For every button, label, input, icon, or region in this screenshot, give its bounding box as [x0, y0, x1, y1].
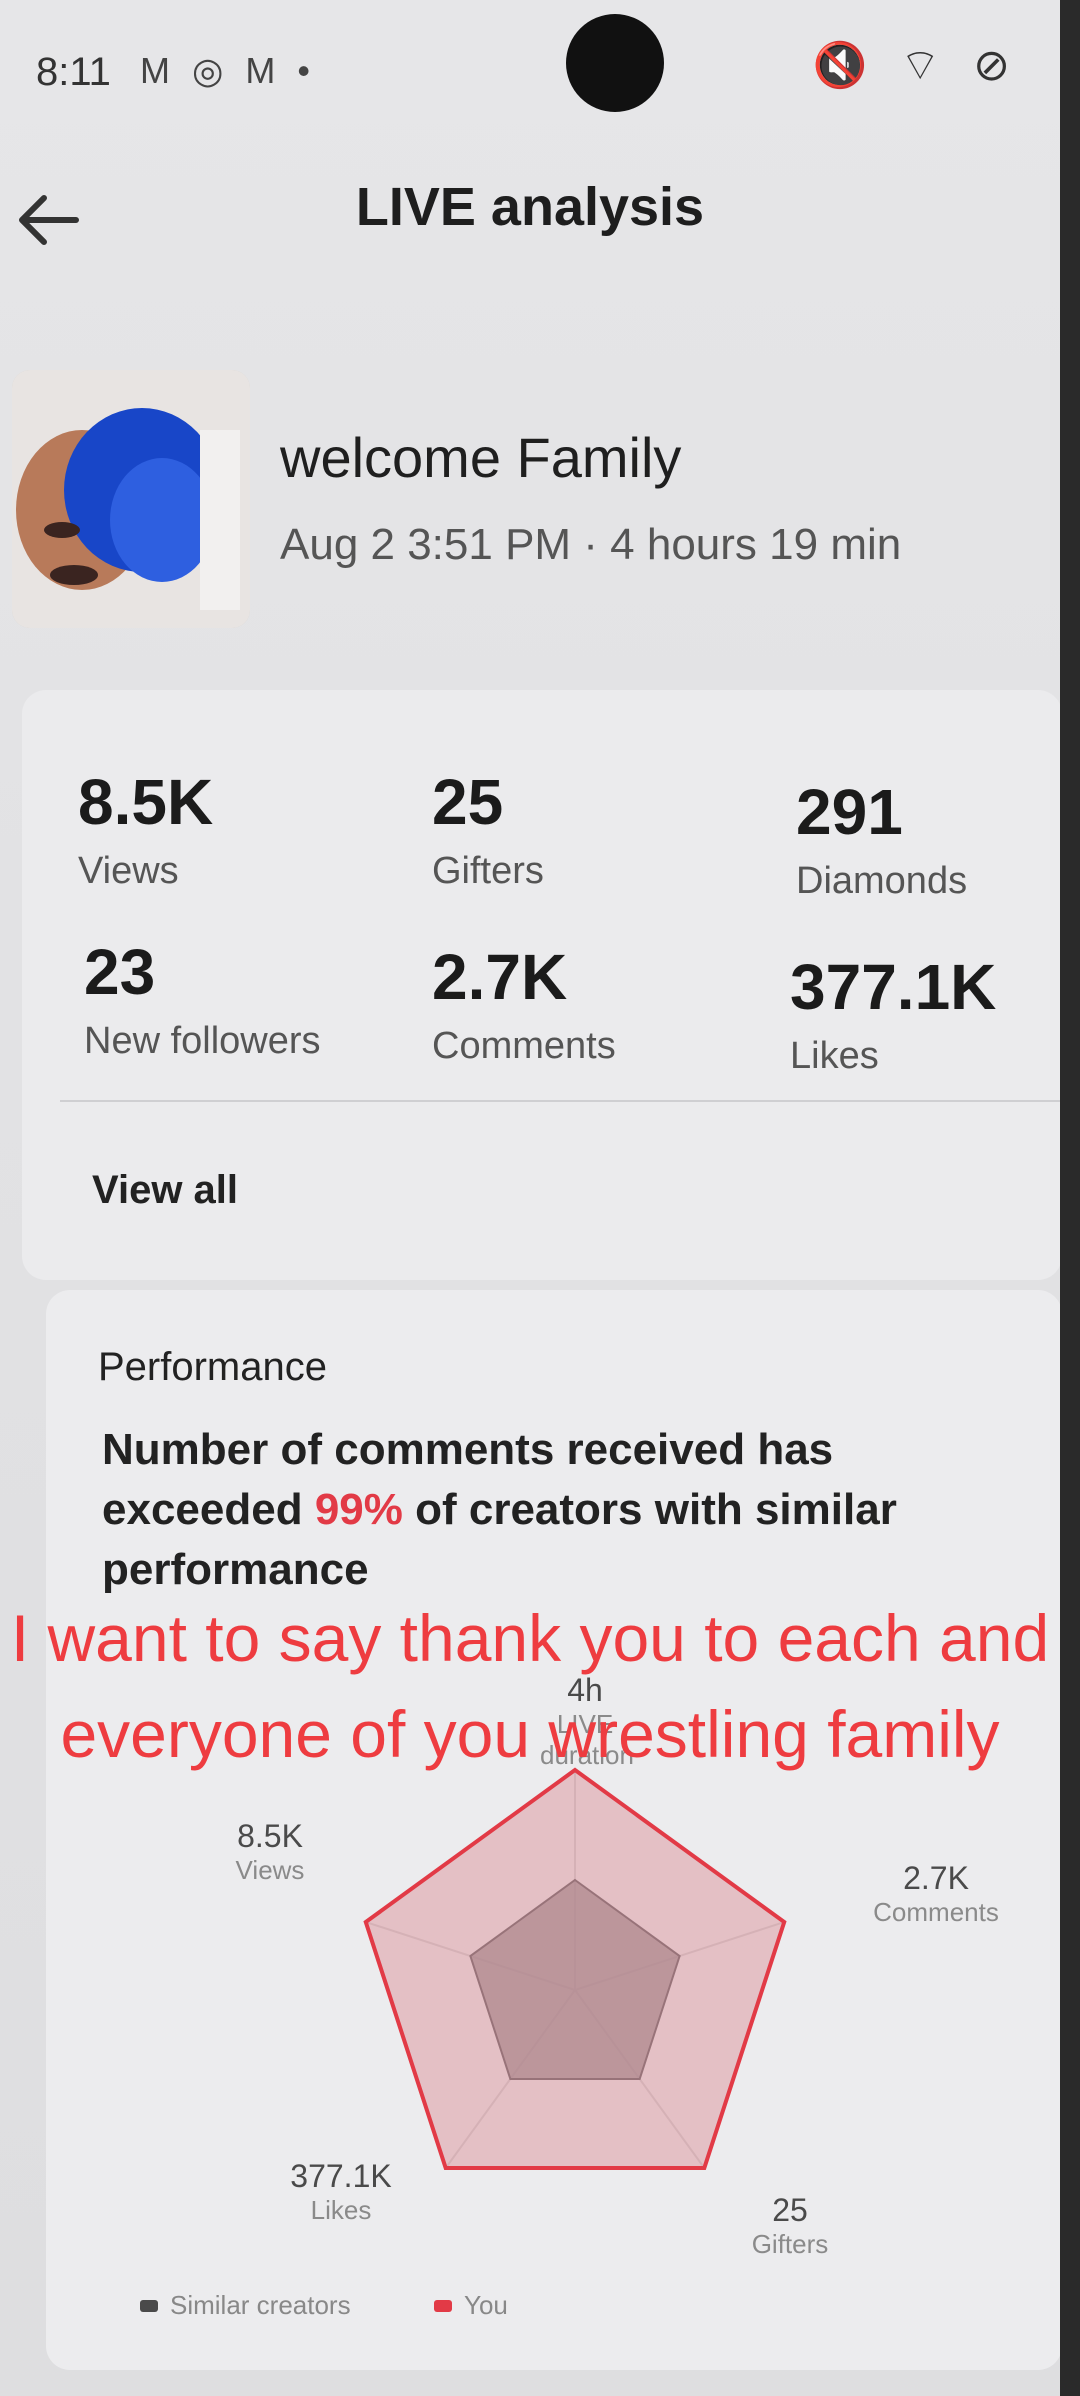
notification-icons: M ◎ M • — [140, 50, 316, 91]
stat-label: Diamonds — [796, 860, 968, 902]
radar-axis-value: 377.1K — [290, 2158, 392, 2194]
radar-axis-comments: 2.7K Comments — [846, 1860, 1026, 1928]
stat-value: 8.5K — [78, 766, 214, 838]
radar-axis-likes: 377.1K Likes — [276, 2158, 406, 2226]
performance-summary: Number of comments received has exceeded… — [102, 1420, 1022, 1600]
stat-label: Comments — [432, 1025, 616, 1067]
stream-title: welcome Family — [280, 426, 682, 489]
legend-swatch — [140, 2299, 158, 2312]
radar-axis-value: 2.7K — [903, 1860, 969, 1896]
stream-date-duration: Aug 2 3:51 PM · 4 hours 19 min — [280, 520, 902, 569]
stat-views: 8.5K Views — [78, 770, 213, 893]
radar-series-you — [363, 1767, 787, 2170]
stream-thumbnail — [12, 370, 250, 628]
status-time: 8:11 — [36, 50, 111, 94]
legend-similar-creators: Similar creators — [140, 2290, 351, 2321]
stat-value: 23 — [84, 936, 156, 1008]
stat-comments: 2.7K Comments — [432, 945, 616, 1068]
radar-axis-value: 8.5K — [237, 1818, 303, 1854]
divider — [60, 1100, 1060, 1102]
stat-label: Views — [78, 850, 179, 892]
performance-heading: Performance — [98, 1345, 327, 1389]
radar-axis-value: 25 — [772, 2192, 808, 2228]
view-all-link[interactable]: View all — [92, 1168, 238, 1213]
stat-diamonds: 291 Diamonds — [796, 780, 967, 903]
stat-value: 25 — [432, 766, 504, 838]
stat-value: 291 — [796, 776, 903, 848]
screen: 8:11 M ◎ M • 🔇 ⌔ ⊘ LIVE analysis welcome… — [0, 0, 1062, 2396]
radar-axis-label: Gifters — [751, 2229, 829, 2259]
stat-label: Likes — [790, 1035, 879, 1077]
status-icons: 🔇 ⌔ ⊘ — [812, 41, 1020, 90]
radar-axis-label: Likes — [310, 2195, 372, 2225]
stat-label: New followers — [84, 1020, 321, 1062]
radar-axis-label: Views — [235, 1855, 305, 1885]
page-title: LIVE analysis — [355, 177, 705, 237]
status-bar: 8:11 M ◎ M • 🔇 ⌔ ⊘ — [0, 0, 1060, 140]
overlay-caption: I want to say thank you to each and ever… — [10, 1601, 1050, 1771]
performance-percent: 99% — [314, 1485, 403, 1534]
stat-label: Gifters — [432, 850, 544, 892]
stat-likes: 377.1K Likes — [790, 955, 996, 1078]
device-edge — [1060, 0, 1080, 2396]
stat-value: 377.1K — [790, 951, 997, 1023]
legend-you: You — [434, 2290, 508, 2321]
camera-cutout — [566, 14, 664, 112]
legend-swatch — [434, 2299, 452, 2312]
legend-label: Similar creators — [170, 2290, 351, 2320]
legend-label: You — [464, 2290, 508, 2320]
radar-axis-views: 8.5K Views — [210, 1818, 330, 1886]
stat-gifters: 25 Gifters — [432, 770, 544, 893]
stat-new-followers: 23 New followers — [84, 940, 321, 1063]
avatar-image — [12, 370, 250, 628]
radar-axis-label: Comments — [873, 1897, 999, 1927]
radar-axis-gifters: 25 Gifters — [720, 2192, 860, 2260]
stat-value: 2.7K — [432, 941, 568, 1013]
